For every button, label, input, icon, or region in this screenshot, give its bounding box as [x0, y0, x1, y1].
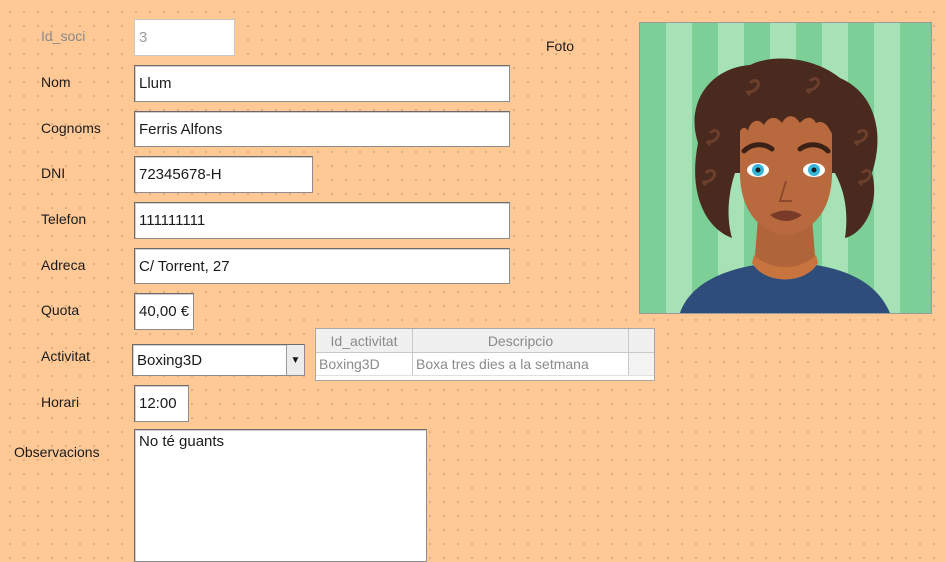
grid-header-id-activitat[interactable]: Id_activitat	[316, 329, 413, 352]
grid-header-descripcio[interactable]: Descripcio	[413, 329, 629, 352]
id-soci-label: Id_soci	[41, 28, 86, 44]
activitat-select[interactable]: Boxing3D ▼	[132, 344, 305, 376]
nom-label: Nom	[41, 74, 71, 90]
activitat-grid: Id_activitat Descripcio Boxing3D Boxa tr…	[315, 328, 655, 381]
quota-field[interactable]: 40,00 €	[134, 293, 194, 330]
adreca-label: Adreca	[41, 257, 86, 273]
avatar-illustration	[640, 23, 931, 313]
activitat-select-value: Boxing3D	[137, 351, 203, 369]
grid-scrollbar[interactable]	[629, 353, 654, 375]
cognoms-field[interactable]: Ferris Alfons	[134, 111, 510, 147]
table-row[interactable]: Boxing3D Boxa tres dies a la setmana	[316, 353, 654, 376]
grid-cell-id-activitat[interactable]: Boxing3D	[316, 353, 413, 375]
chevron-down-icon[interactable]: ▼	[286, 345, 304, 375]
grid-header-row: Id_activitat Descripcio	[316, 329, 654, 353]
nom-field[interactable]: Llum	[134, 65, 510, 102]
dni-field[interactable]: 72345678-H	[134, 156, 313, 193]
activitat-label: Activitat	[41, 348, 91, 364]
grid-header-spacer	[629, 329, 654, 352]
grid-cell-descripcio[interactable]: Boxa tres dies a la setmana	[413, 353, 629, 375]
foto-image[interactable]	[639, 22, 932, 314]
id-soci-field[interactable]: 3	[134, 19, 235, 56]
quota-label: Quota	[41, 302, 80, 318]
telefon-field[interactable]: 111111111	[134, 202, 510, 239]
adreca-field[interactable]: C/ Torrent, 27	[134, 248, 510, 284]
foto-label: Foto	[546, 38, 575, 54]
horari-label: Horari	[41, 394, 80, 410]
cognoms-label: Cognoms	[41, 120, 101, 136]
observacions-field[interactable]: No té guants	[134, 429, 427, 562]
dni-label: DNI	[41, 165, 66, 181]
horari-field[interactable]: 12:00	[134, 385, 189, 422]
observacions-label: Observacions	[14, 444, 100, 460]
telefon-label: Telefon	[41, 211, 87, 227]
